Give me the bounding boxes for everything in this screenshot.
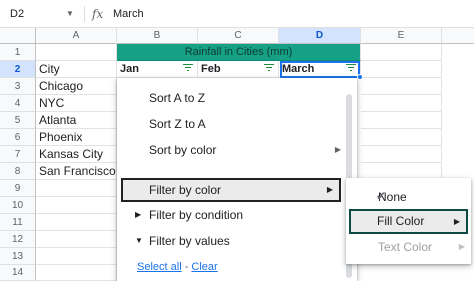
empty-cell[interactable] [36,180,117,197]
checkmark-icon: ✔ [376,189,387,203]
formula-input[interactable]: March [113,5,144,23]
row-header-2[interactable]: 2 [0,61,36,78]
menu-item-sort-a-z[interactable]: Sort A to Z [117,89,357,107]
select-all-corner[interactable] [0,28,36,44]
menu-item-filter-by-condition[interactable]: ▶ Filter by condition [117,206,357,224]
formula-bar: D2 ▼ fx March [0,0,474,28]
city-cell[interactable]: Chicago [36,78,117,95]
collapse-arrow-icon: ▼ [135,236,143,245]
filter-icon[interactable] [183,64,193,73]
city-cell[interactable]: Phoenix [36,129,117,146]
empty-cell[interactable] [361,78,442,95]
submenu-item-fill-color[interactable]: Fill Color ▶ [349,209,468,234]
column-header-c[interactable]: C [198,28,279,44]
menu-item-sort-by-color[interactable]: Sort by color ▶ [117,141,357,159]
empty-cell[interactable] [36,231,117,248]
filter-icon[interactable] [264,64,274,73]
city-cell[interactable]: San Francisco [36,163,117,180]
empty-cell[interactable] [36,248,117,265]
cell-e2[interactable] [361,61,442,78]
select-all-link[interactable]: Select all [137,261,182,273]
row-header-5[interactable]: 5 [0,112,36,129]
color-submenu: None Fill Color ▶ Text Color ▶ [346,178,471,264]
row-header-3[interactable]: 3 [0,78,36,95]
menu-item-filter-by-color[interactable]: Filter by color ▶ [121,178,341,202]
column-header-f[interactable] [442,28,474,44]
fx-icon: fx [92,7,104,21]
row-header-1[interactable]: 1 [0,44,36,61]
row-header-9[interactable]: 9 [0,180,36,197]
header-city[interactable]: City [36,61,117,78]
clear-link[interactable]: Clear [191,261,217,273]
empty-cell[interactable] [361,146,442,163]
formula-bar-divider [84,6,85,22]
empty-cell[interactable] [36,265,117,281]
row-header-6[interactable]: 6 [0,129,36,146]
submenu-arrow-icon: ▶ [453,217,460,226]
empty-cell[interactable] [361,129,442,146]
fill-handle[interactable] [357,74,363,80]
header-feb[interactable]: Feb [198,61,279,78]
row-header-4[interactable]: 4 [0,95,36,112]
empty-cell[interactable] [361,95,442,112]
row-header-14[interactable]: 14 [0,265,36,281]
empty-cell[interactable] [361,112,442,129]
row-header-8[interactable]: 8 [0,163,36,180]
active-cell-border [280,61,360,78]
column-header-a[interactable]: A [36,28,117,44]
header-jan[interactable]: Jan [117,61,198,78]
column-header-d[interactable]: D [279,28,361,44]
submenu-arrow-icon: ▶ [326,185,333,194]
select-clear-links: Select all - Clear [137,261,218,273]
expand-arrow-icon: ▶ [135,210,142,219]
city-cell[interactable]: Atlanta [36,112,117,129]
header-feb-label: Feb [201,63,221,75]
submenu-item-text-color[interactable]: Text Color ▶ [346,238,471,256]
cell-e1[interactable] [361,44,442,61]
empty-cell[interactable] [36,214,117,231]
empty-cell[interactable] [36,197,117,214]
city-cell[interactable]: Kansas City [36,146,117,163]
row-header-13[interactable]: 13 [0,248,36,265]
link-separator: - [181,261,192,273]
row-header-10[interactable]: 10 [0,197,36,214]
menu-item-filter-by-values[interactable]: ▼ Filter by values [117,232,357,250]
column-header-e[interactable]: E [361,28,442,44]
submenu-item-none[interactable]: None [346,188,471,206]
row-header-12[interactable]: 12 [0,231,36,248]
submenu-arrow-icon: ▶ [458,242,465,251]
chevron-down-icon[interactable]: ▼ [66,5,74,23]
row-header-11[interactable]: 11 [0,214,36,231]
city-cell[interactable]: NYC [36,95,117,112]
menu-item-sort-z-a[interactable]: Sort Z to A [117,115,357,133]
table-title[interactable]: Rainfall in Cities (mm) [117,44,361,61]
header-jan-label: Jan [120,63,139,75]
submenu-arrow-icon: ▶ [334,145,341,154]
column-header-b[interactable]: B [117,28,198,44]
filter-menu: Sort A to Z Sort Z to A Sort by color ▶ … [117,78,357,281]
row-header-7[interactable]: 7 [0,146,36,163]
cell-a1[interactable] [36,44,117,61]
